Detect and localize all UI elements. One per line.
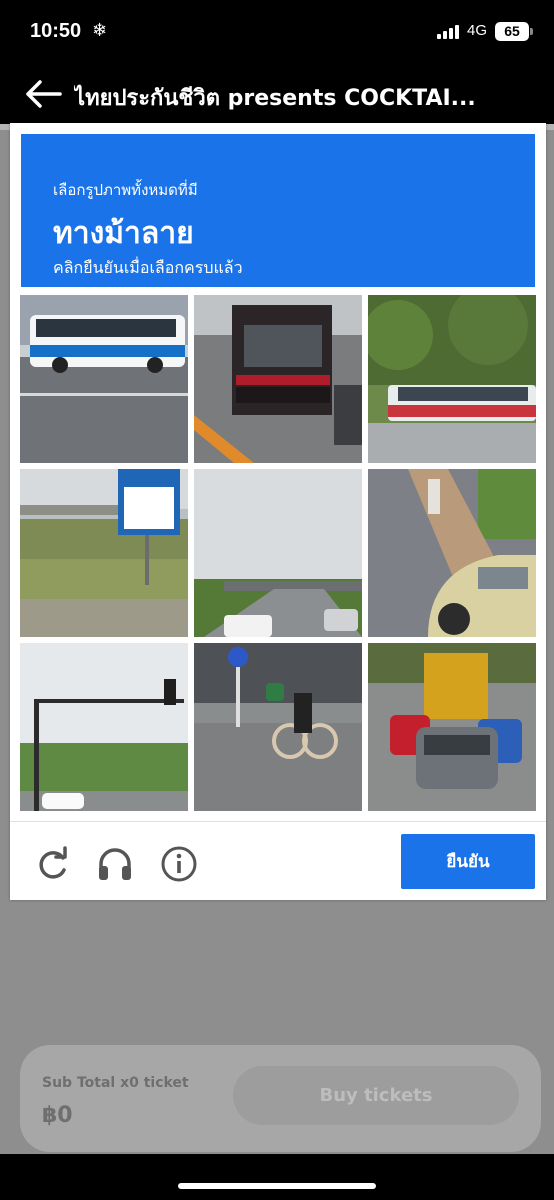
challenge-target: ทางม้าลาย [53,216,194,251]
signal-icon [437,25,459,39]
headphones-icon[interactable] [95,844,135,884]
info-icon[interactable] [159,844,199,884]
home-bar-area [0,1154,554,1200]
challenge-instruction: เลือกรูปภาพทั้งหมดที่มี [53,181,198,199]
subtotal-label: Sub Total x0 ticket [42,1075,189,1091]
challenge-hint: คลิกยืนยันเมื่อเลือกครบแล้ว [53,258,243,277]
network-type: 4G [467,22,488,39]
status-time: 10:50 [30,20,82,42]
image-tile-traffic-light[interactable] [20,643,188,811]
purchase-bar: Sub Total x0 ticket ฿0 Buy tickets [20,1045,541,1152]
back-arrow-icon[interactable] [24,78,64,110]
battery-icon: 65 [495,22,529,41]
verify-button[interactable]: ยืนยัน [401,834,535,889]
page-title: ไทยประกันชีวิต presents COCKTAI... [74,86,476,111]
snowflake-icon: ❄ [92,20,108,41]
image-tile-cyclist-car[interactable] [368,469,536,637]
recaptcha-challenge: เลือกรูปภาพทั้งหมดที่มี ทางม้าลาย คลิกยื… [10,123,546,900]
image-tile-overpass[interactable] [194,469,362,637]
challenge-header: เลือกรูปภาพทั้งหมดที่มี ทางม้าลาย คลิกยื… [21,134,535,287]
app-header: ไทยประกันชีวิต presents COCKTAI... [0,66,554,124]
total-price: ฿0 [42,1103,73,1128]
status-bar: 10:50 ❄ 4G 65 [0,0,554,66]
image-tile-bus[interactable] [20,295,188,463]
battery-tip [530,28,533,35]
reload-icon[interactable] [32,844,72,884]
image-tile-tram[interactable] [368,295,536,463]
challenge-footer: ยืนยัน [10,821,546,901]
image-tile-truck[interactable] [194,295,362,463]
home-indicator[interactable] [178,1183,376,1189]
buy-tickets-button[interactable]: Buy tickets [233,1066,519,1125]
image-grid [20,295,536,811]
image-tile-bicycle[interactable] [194,643,362,811]
image-tile-road-sign[interactable] [20,469,188,637]
image-tile-traffic-cars[interactable] [368,643,536,811]
